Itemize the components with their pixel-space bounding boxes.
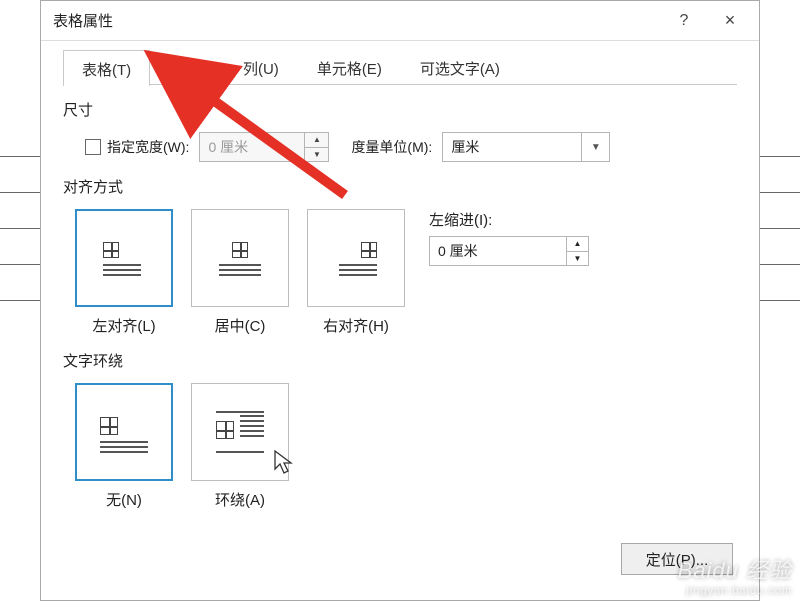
specify-width-label: 指定宽度(W):: [107, 137, 189, 157]
align-left-icon: [103, 238, 145, 278]
dialog-title: 表格属性: [53, 10, 113, 31]
wrap-around-label: 环绕(A): [191, 489, 289, 510]
alignment-section-label: 对齐方式: [63, 176, 737, 197]
titlebar: 表格属性 ? ×: [41, 1, 759, 41]
tabstrip: 表格(T) 行(R) 列(U) 单元格(E) 可选文字(A): [63, 49, 737, 85]
tab-row[interactable]: 行(R): [150, 49, 224, 85]
wrap-around-option[interactable]: [191, 383, 289, 481]
measure-unit-label: 度量单位(M):: [351, 137, 432, 157]
tab-cell[interactable]: 单元格(E): [298, 49, 401, 85]
align-center-option[interactable]: [191, 209, 289, 307]
help-icon: ?: [680, 12, 689, 30]
tab-table[interactable]: 表格(T): [63, 50, 150, 86]
left-indent-value: 0 厘米: [430, 241, 566, 261]
measure-unit-value: 厘米: [451, 137, 479, 157]
width-value: 0 厘米: [200, 137, 304, 157]
left-indent-label: 左缩进(I):: [429, 209, 589, 230]
specify-width-checkbox[interactable]: 指定宽度(W):: [85, 137, 189, 157]
spinner-down-icon[interactable]: ▼: [567, 252, 588, 266]
tab-column[interactable]: 列(U): [224, 49, 298, 85]
help-button[interactable]: ?: [661, 5, 707, 37]
wrap-around-icon: [216, 411, 264, 453]
align-center-icon: [219, 238, 261, 278]
align-right-label: 右对齐(H): [307, 315, 405, 336]
spinner-up-icon[interactable]: ▲: [567, 237, 588, 252]
watermark: Baidu 经验 jingyan.baidu.com: [678, 553, 792, 597]
wrap-none-option[interactable]: [75, 383, 173, 481]
watermark-brand: Baidu 经验: [678, 558, 792, 583]
wrap-none-icon: [100, 411, 148, 453]
align-right-icon: [335, 238, 377, 278]
tab-alt-text[interactable]: 可选文字(A): [401, 49, 519, 85]
wrap-none-label: 无(N): [75, 489, 173, 510]
spinner-down-icon[interactable]: ▼: [305, 148, 328, 162]
align-center-label: 居中(C): [191, 315, 289, 336]
table-properties-dialog: 表格属性 ? × 表格(T) 行(R) 列(U) 单元格(E) 可选文字(A) …: [40, 0, 760, 601]
spinner-buttons: ▲ ▼: [304, 133, 328, 161]
measure-unit-combo[interactable]: 厘米 ▼: [442, 132, 610, 162]
close-icon: ×: [725, 10, 736, 31]
spinner-up-icon[interactable]: ▲: [305, 133, 328, 148]
close-button[interactable]: ×: [707, 5, 753, 37]
wrap-section-label: 文字环绕: [63, 350, 737, 371]
width-spinner[interactable]: 0 厘米 ▲ ▼: [199, 132, 329, 162]
chevron-down-icon: ▼: [581, 133, 609, 161]
size-section-label: 尺寸: [63, 99, 737, 120]
checkbox-icon: [85, 139, 101, 155]
left-indent-spinner[interactable]: 0 厘米 ▲ ▼: [429, 236, 589, 266]
watermark-url: jingyan.baidu.com: [678, 585, 792, 597]
align-left-label: 左对齐(L): [75, 315, 173, 336]
spinner-buttons: ▲ ▼: [566, 237, 588, 265]
align-right-option[interactable]: [307, 209, 405, 307]
align-left-option[interactable]: [75, 209, 173, 307]
